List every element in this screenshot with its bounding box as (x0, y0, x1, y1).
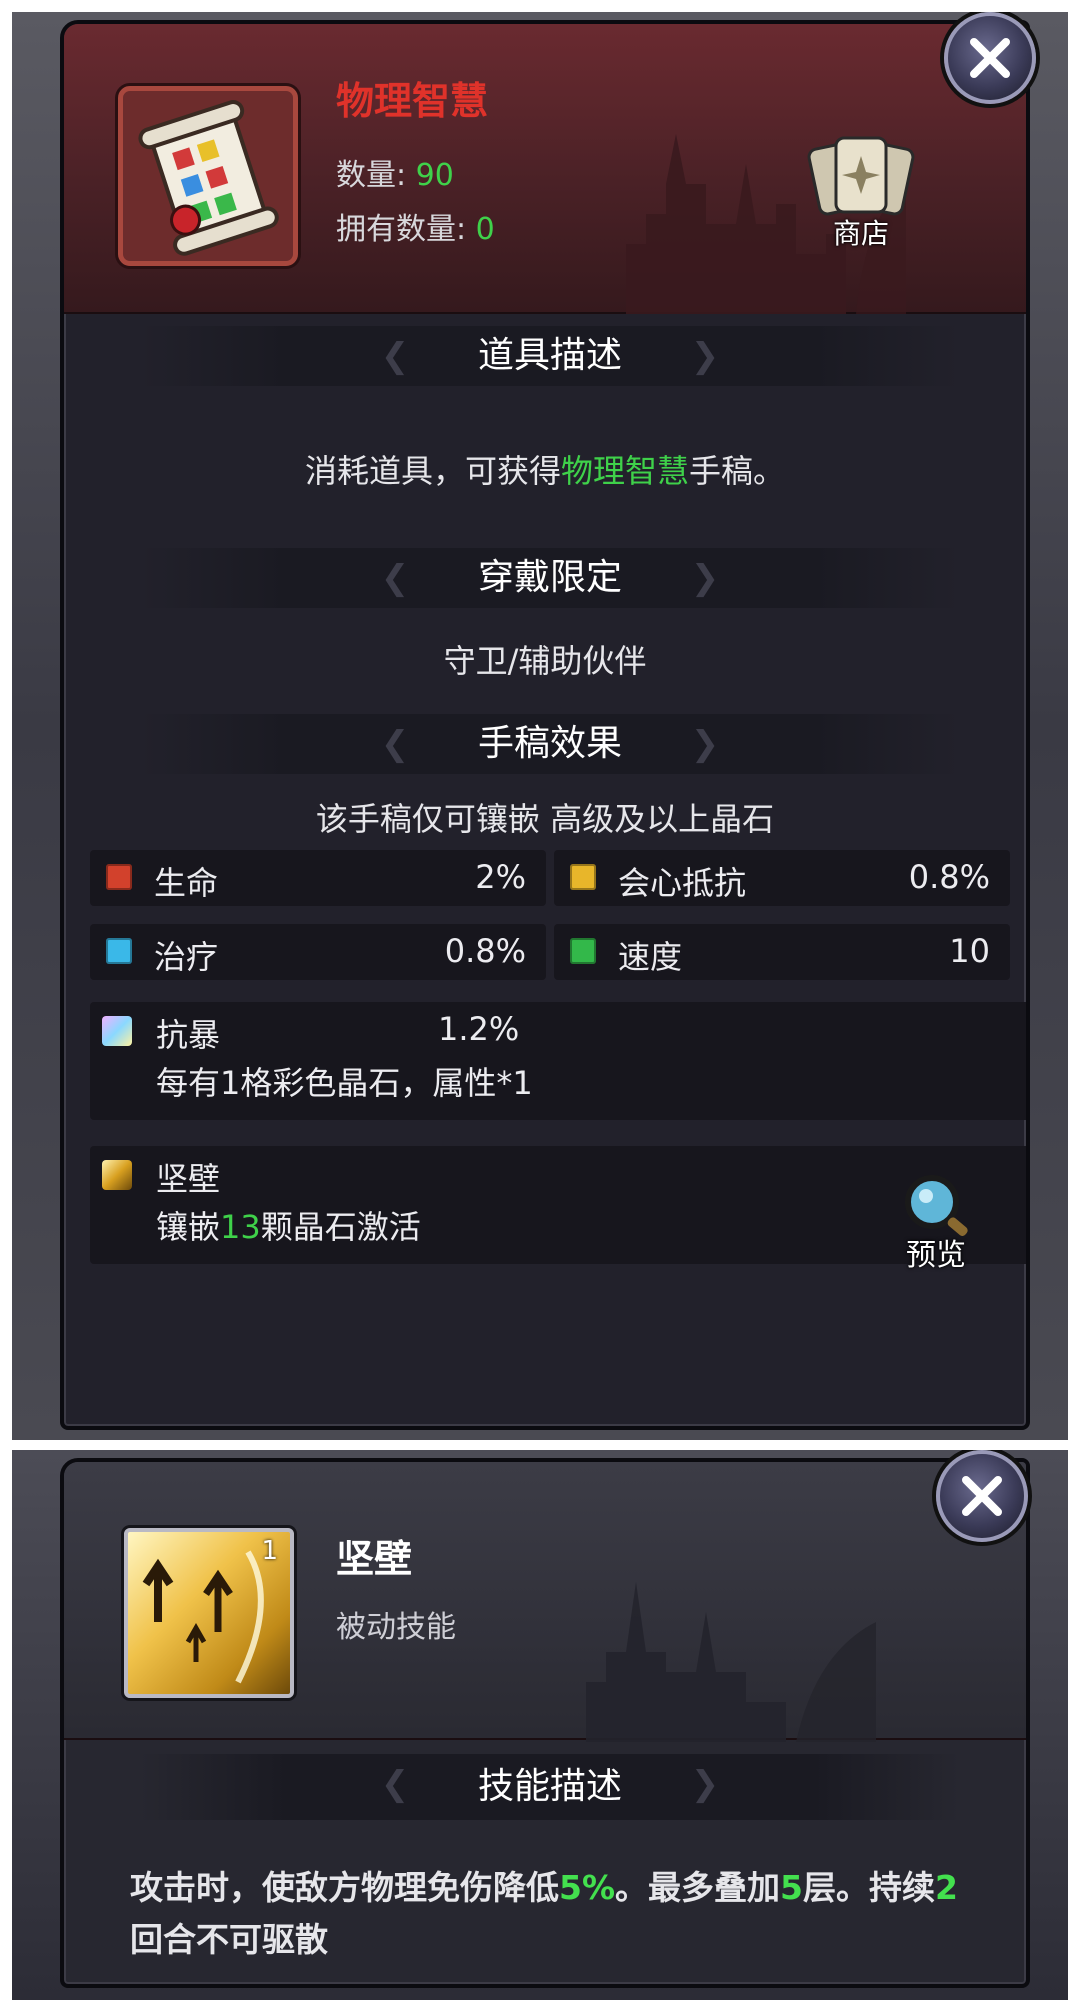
owned-row: 拥有数量: 0 (336, 204, 495, 248)
scroll-icon (138, 100, 279, 256)
preview-label: 预览 (906, 1238, 966, 1273)
section-title: 道具描述 (477, 335, 622, 376)
ornament-right-icon: ❯ (690, 558, 720, 598)
stat-value: 1.2% (438, 1010, 520, 1048)
section-skill-description: ❮ 技能描述 ❯ (140, 1754, 960, 1820)
manuscript-skill-row: 坚壁 镶嵌13颗晶石激活 预览 (90, 1146, 1026, 1273)
close-icon (970, 38, 1010, 78)
rainbow-stat-box: 抗暴 1.2% 每有1格彩色晶石，属性*1 (90, 1002, 1026, 1120)
castle-silhouette (586, 1582, 876, 1742)
ornament-left-icon: ❮ (380, 1764, 410, 1804)
skill-icon (102, 1160, 132, 1190)
rainbow-stat-note: 每有1格彩色晶石，属性*1 (156, 1064, 533, 1102)
skill-detail-screen: 1 坚壁 被动技能 ❮ 技能描述 ❯ 攻击时，使敌方物理免伤降低5%。最多叠加5… (12, 1450, 1068, 2000)
skill-description: 攻击时，使敌方物理免伤降低5%。最多叠加5层。持续2回合不可驱散 (130, 1868, 958, 1959)
owned-value: 0 (475, 212, 495, 247)
skill-header: 1 坚壁 被动技能 (64, 1462, 1026, 1742)
item-detail-panel: 物理智慧 数量: 90 拥有数量: 0 商店 ❮ 道具描述 ❯ 消耗道具，可获得… (60, 20, 1030, 1430)
stat-label: 治疗 (154, 938, 219, 976)
skill-type: 被动技能 (336, 1610, 456, 1645)
wear-restriction-text: 守卫/辅助伙伴 (443, 642, 647, 680)
stat-value: 0.8% (908, 858, 990, 896)
blue-gem-icon (106, 938, 132, 964)
item-header: 物理智慧 数量: 90 拥有数量: 0 商店 (64, 24, 1026, 314)
close-icon (962, 1476, 1002, 1516)
item-icon-frame (118, 86, 298, 266)
skill-name: 坚壁 (336, 1537, 413, 1581)
section-manuscript-effect: ❮ 手稿效果 ❯ (140, 714, 960, 774)
stat-label: 抗暴 (156, 1016, 221, 1054)
shop-button[interactable]: 商店 (806, 134, 916, 254)
section-title: 手稿效果 (477, 723, 622, 764)
item-description-text: 消耗道具，可获得物理智慧手稿。 (304, 452, 786, 490)
stat-label: 速度 (618, 938, 683, 976)
effect-note: 该手稿仅可镶嵌 高级及以上晶石 (315, 800, 775, 838)
stat-row: 会心抵抗 0.8% (554, 850, 1010, 906)
ornament-left-icon: ❮ (380, 724, 410, 764)
stat-label: 会心抵抗 (618, 864, 747, 902)
preview-button[interactable]: 预览 (896, 1172, 976, 1273)
close-button[interactable] (936, 1450, 1028, 1542)
stat-label: 生命 (154, 864, 219, 902)
skill-icon-frame: 1 (124, 1528, 294, 1698)
gem-count: 13 (220, 1208, 261, 1246)
green-gem-icon (570, 938, 596, 964)
section-item-description: ❮ 道具描述 ❯ (140, 326, 960, 386)
skill-detail-panel: 1 坚壁 被动技能 ❮ 技能描述 ❯ 攻击时，使敌方物理免伤降低5%。最多叠加5… (60, 1458, 1030, 1988)
owned-label: 拥有数量: (336, 212, 467, 247)
skill-level: 1 (261, 1536, 278, 1566)
red-gem-icon (106, 864, 132, 890)
stat-row: 生命 2% (90, 850, 546, 906)
quantity-row: 数量: 90 (336, 150, 454, 194)
item-name: 物理智慧 (336, 79, 489, 123)
quantity-label: 数量: (336, 158, 407, 193)
section-title: 穿戴限定 (477, 557, 622, 598)
section-title: 技能描述 (477, 1766, 622, 1807)
stat-value: 0.8% (444, 932, 526, 970)
stat-row: 治疗 0.8% (90, 924, 546, 980)
desc-highlight: 物理智慧 (560, 452, 689, 490)
skill-activate-text: 镶嵌13颗晶石激活 (156, 1208, 421, 1246)
ornament-left-icon: ❮ (380, 558, 410, 598)
yellow-gem-icon (570, 864, 596, 890)
stat-value: 2% (475, 858, 526, 896)
stat-value: 10 (949, 932, 990, 970)
shop-icon (807, 136, 915, 216)
skill-name: 坚壁 (156, 1160, 221, 1198)
ornament-right-icon: ❯ (690, 336, 720, 376)
quantity-value: 90 (415, 158, 454, 193)
shop-label: 商店 (832, 217, 889, 250)
close-button[interactable] (944, 12, 1036, 104)
ornament-right-icon: ❯ (690, 724, 720, 764)
rainbow-gem-icon (102, 1016, 132, 1046)
ornament-left-icon: ❮ (380, 336, 410, 376)
section-wear-restriction: ❮ 穿戴限定 ❯ (140, 548, 960, 608)
stat-row: 速度 10 (554, 924, 1010, 980)
item-detail-screen: 物理智慧 数量: 90 拥有数量: 0 商店 ❮ 道具描述 ❯ 消耗道具，可获得… (12, 12, 1068, 1440)
ornament-right-icon: ❯ (690, 1764, 720, 1804)
